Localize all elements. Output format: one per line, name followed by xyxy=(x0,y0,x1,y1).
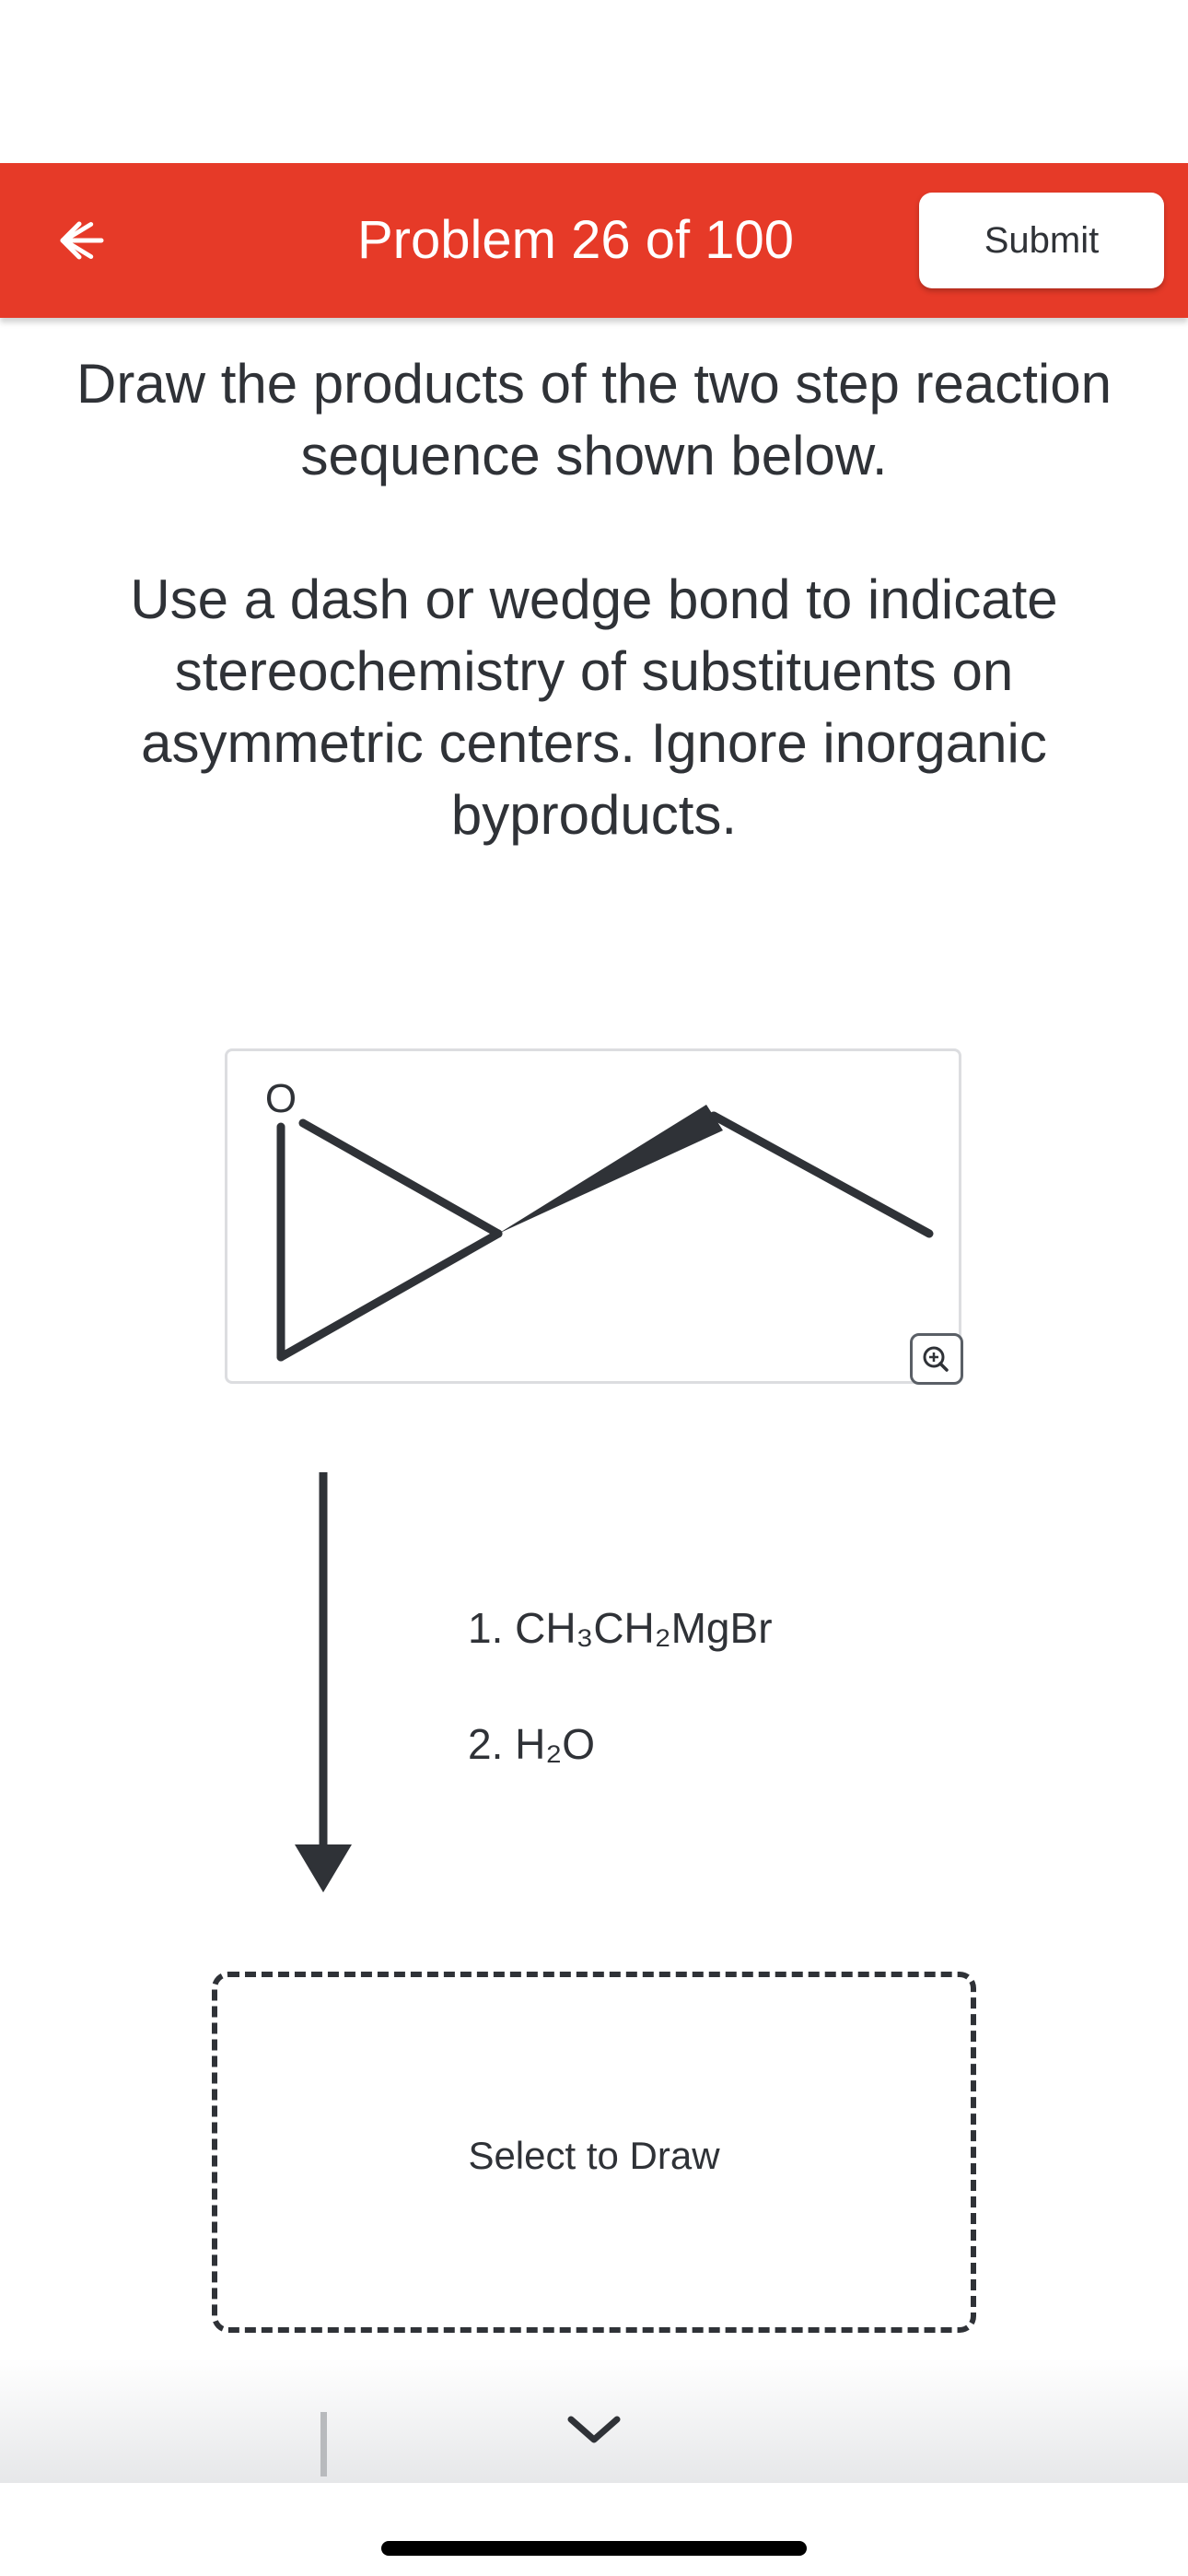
next-step-arrow-stub xyxy=(320,2412,327,2476)
starting-material-panel: O xyxy=(225,1048,961,1384)
answer-drawing-area[interactable]: Select to Draw xyxy=(212,1972,976,2333)
reagent-step-1: 1. CH₃CH₂MgBr xyxy=(468,1604,773,1652)
epoxide-structure: O xyxy=(265,1076,934,1362)
header-bar: Problem 26 of 100 Submit xyxy=(0,163,1188,318)
chevron-down-icon xyxy=(567,2416,621,2443)
reagent-step-2: 2. H₂O xyxy=(468,1720,595,1768)
zoom-in-icon xyxy=(923,1346,949,1372)
problem-title: Problem 26 of 100 xyxy=(357,210,794,270)
instruction-text: Draw the products of the two step reacti… xyxy=(76,353,1112,486)
arrow-down-icon xyxy=(295,1472,352,1892)
stereochemistry-instruction-text: Use a dash or wedge bond to indicate ste… xyxy=(130,568,1058,846)
arrow-left-icon xyxy=(60,221,104,260)
reaction-arrow xyxy=(276,1472,368,1896)
zoom-button[interactable] xyxy=(910,1333,963,1385)
back-button[interactable] xyxy=(44,204,118,277)
submit-button[interactable]: Submit xyxy=(919,193,1164,288)
select-to-draw-label: Select to Draw xyxy=(468,2134,720,2177)
scroll-down-button[interactable] xyxy=(564,2406,624,2453)
home-indicator[interactable] xyxy=(381,2541,807,2556)
oxygen-atom-label: O xyxy=(265,1076,297,1121)
